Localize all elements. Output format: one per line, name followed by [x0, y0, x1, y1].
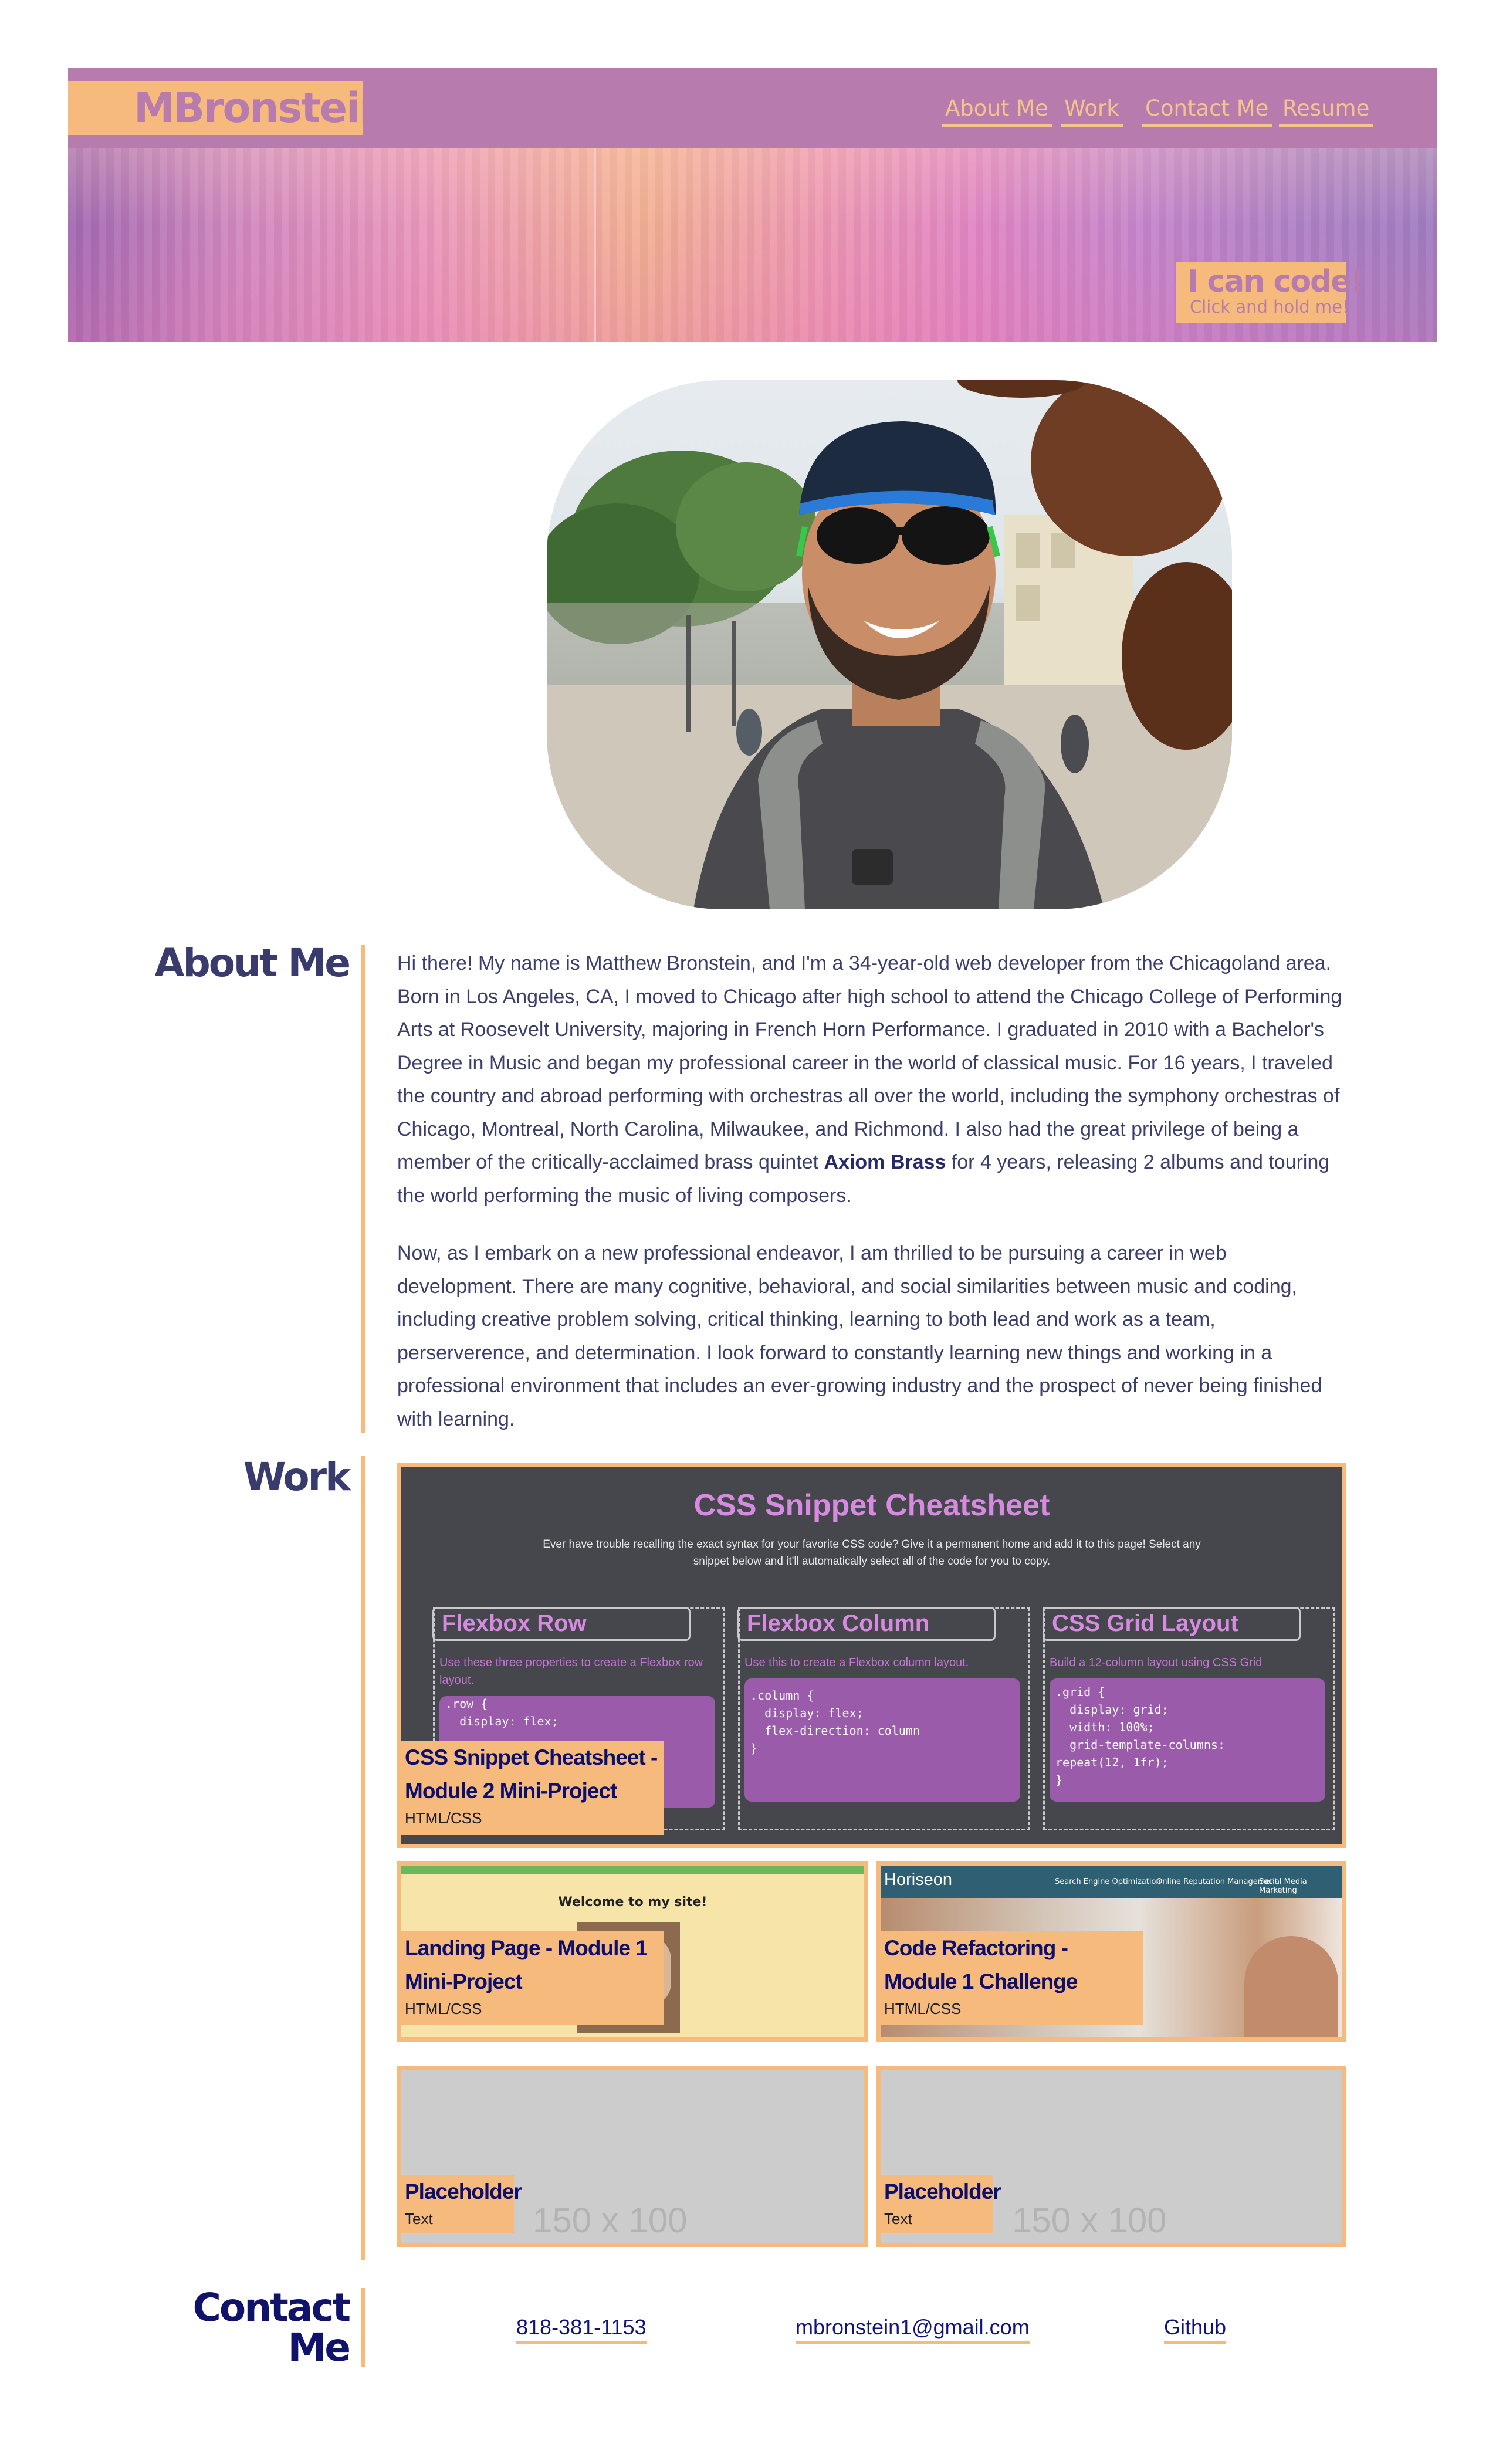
nav-work[interactable]: Work — [1061, 94, 1123, 127]
shot-heading: CSS Snippet Cheatsheet — [693, 1488, 1050, 1522]
project-tech: HTML/CSS — [405, 1809, 482, 1827]
project-card-placeholder-1[interactable]: 150 x 100 Placeholder Text — [397, 2066, 868, 2247]
snippet-title: Flexbox Row — [442, 1610, 587, 1636]
project-title: Code Refactoring - Module 1 Challenge — [884, 1936, 1078, 1993]
featured-project-card[interactable]: CSS Snippet Cheatsheet Ever have trouble… — [397, 1463, 1346, 1848]
placeholder-dimensions: 150 x 100 — [1012, 2201, 1167, 2240]
project-caption: Code Refactoring - Module 1 Challenge HT… — [881, 1931, 1143, 2025]
placeholder-dimensions: 150 x 100 — [533, 2201, 688, 2240]
project-card-placeholder-2[interactable]: 150 x 100 Placeholder Text — [876, 2066, 1346, 2247]
project-title: Placeholder — [884, 2179, 1001, 2204]
nav-about[interactable]: About Me — [942, 94, 1052, 127]
project-caption: Placeholder Text — [401, 2175, 522, 2233]
project-card-refactor[interactable]: Horiseon Search Engine Optimization Onli… — [876, 1861, 1346, 2042]
about-heading: About Me — [154, 940, 351, 986]
github-link[interactable]: Github — [1164, 2314, 1227, 2344]
phone-link[interactable]: 818-381-1153 — [516, 2314, 647, 2344]
site-logo[interactable]: MBronstein — [134, 84, 388, 131]
snippet-title: CSS Grid Layout — [1052, 1610, 1238, 1636]
project-tech: HTML/CSS — [405, 2000, 482, 2018]
email-link[interactable]: mbronstein1@gmail.com — [796, 2314, 1030, 2344]
nav-contact[interactable]: Contact Me — [1142, 94, 1272, 127]
project-title: Placeholder — [405, 2179, 522, 2204]
project-card-landing[interactable]: Welcome to my site! Landing Page - Modul… — [397, 1861, 868, 2042]
work-heading: Work — [243, 1454, 351, 1500]
contact-heading-line2: Me — [287, 2325, 351, 2370]
shot-welcome: Welcome to my site! — [558, 1895, 708, 1910]
project-tech: Text — [884, 2210, 912, 2228]
contact-divider — [361, 2288, 365, 2367]
contact-heading-line1: Contact — [192, 2285, 351, 2330]
axiom-brass-link[interactable]: Axiom Brass — [824, 1151, 946, 1173]
about-p1-text: Hi there! My name is Matthew Bronstein, … — [397, 952, 1342, 1173]
contact-heading: Contact Me — [192, 2285, 351, 2370]
about-divider — [361, 945, 365, 1433]
project-caption: Landing Page - Module 1 Mini-Project HTM… — [401, 1931, 664, 2025]
project-caption: Placeholder Text — [881, 2175, 1001, 2233]
about-paragraph-2: Now, as I embark on a new professional e… — [397, 1242, 1322, 1430]
project-tech: HTML/CSS — [884, 2000, 962, 2018]
project-caption: CSS Snippet Cheatsheet - Module 2 Mini-P… — [401, 1741, 664, 1835]
hero-title[interactable]: I can code! — [1187, 263, 1364, 300]
work-divider — [361, 1456, 365, 2260]
shot-intro: Ever have trouble recalling the exact sy… — [543, 1538, 1201, 1568]
project-title: CSS Snippet Cheatsheet - Module 2 Mini-P… — [405, 1745, 658, 1803]
snippet-title: Flexbox Column — [747, 1610, 930, 1636]
project-title: Landing Page - Module 1 Mini-Project — [405, 1936, 648, 1993]
profile-photo — [547, 380, 1232, 909]
about-paragraph-1: Hi there! My name is Matthew Bronstein, … — [397, 947, 1351, 1212]
shot-brand: Horiseon — [884, 1870, 953, 1889]
profile-photo-art — [547, 380, 1232, 909]
hero-subtitle: Click and hold me! — [1190, 297, 1349, 317]
project-tech: Text — [405, 2210, 433, 2228]
nav-resume[interactable]: Resume — [1279, 94, 1373, 127]
